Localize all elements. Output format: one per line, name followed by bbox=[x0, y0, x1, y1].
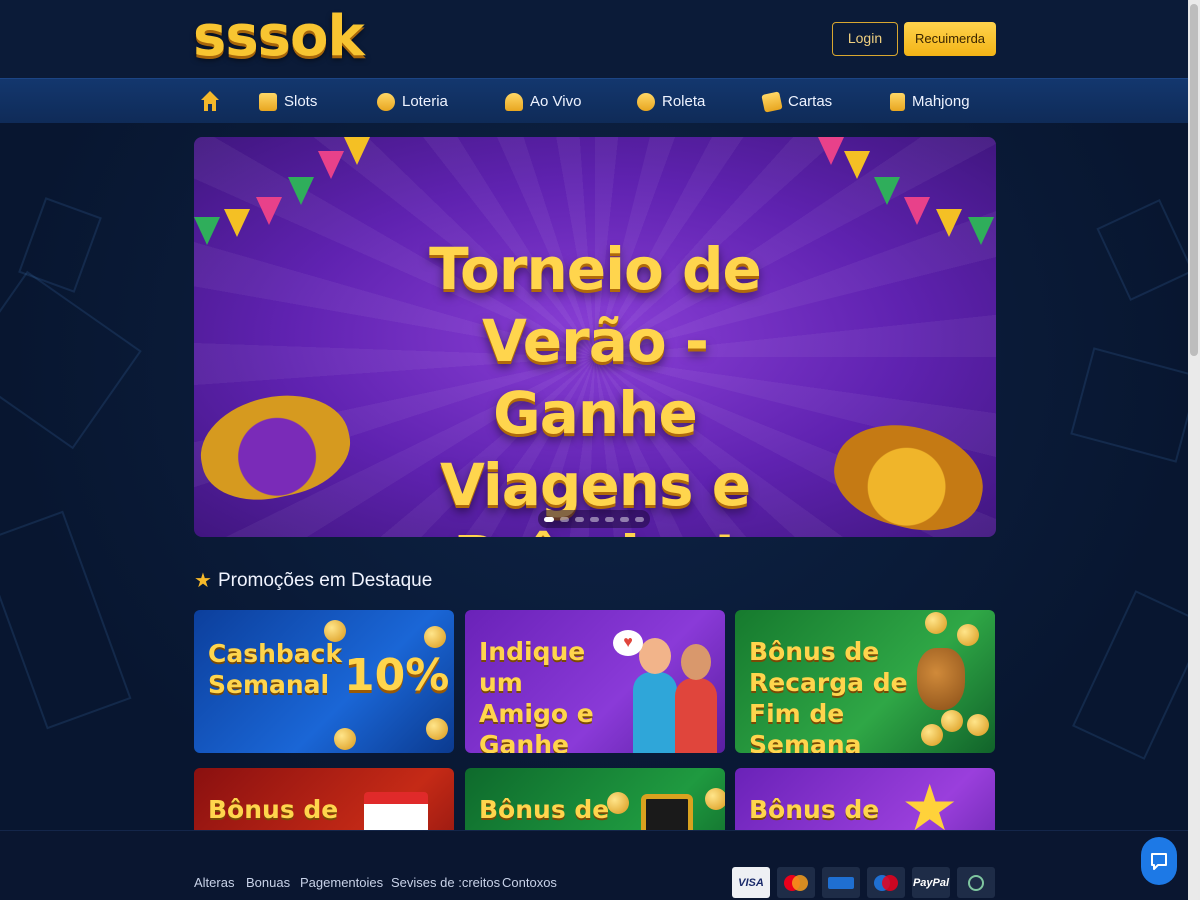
carousel-dot[interactable] bbox=[560, 516, 569, 522]
visa-icon: VISA bbox=[732, 867, 770, 898]
coin-icon bbox=[967, 714, 989, 736]
heart-icon: ♥ bbox=[613, 630, 643, 656]
globe-ball-icon bbox=[377, 92, 395, 111]
carousel-dot[interactable] bbox=[544, 516, 554, 522]
nav-item-label: Roleta bbox=[662, 93, 706, 110]
coin-icon bbox=[957, 624, 979, 646]
coin-icon bbox=[607, 792, 629, 814]
nav-item-label: Ao Vivo bbox=[530, 93, 582, 110]
star-icon: ★ bbox=[194, 570, 212, 592]
bunting-flag bbox=[844, 151, 870, 179]
section-title: Promoções em Destaque bbox=[217, 569, 433, 591]
coin-icon bbox=[324, 620, 346, 642]
coin-icon bbox=[426, 718, 448, 740]
site-logo[interactable]: sssok bbox=[193, 4, 365, 69]
money-bag-icon bbox=[917, 648, 965, 710]
bunting-flag bbox=[344, 137, 370, 165]
header: sssok Login Recuimerda bbox=[0, 0, 1188, 78]
maestro-icon bbox=[822, 867, 860, 898]
scrollbar-thumb[interactable] bbox=[1190, 4, 1198, 356]
bunting-flag bbox=[256, 197, 282, 225]
slot-machine-icon bbox=[259, 92, 277, 111]
promotions-heading: ★ Promoções em Destaque bbox=[194, 568, 432, 593]
bunting-flag bbox=[318, 151, 344, 179]
hero-banner[interactable]: Torneio de Verão - Ganhe Viagens e Prêmi… bbox=[194, 137, 996, 537]
promo-card-cashback[interactable]: Cashback Semanal 10% bbox=[194, 610, 454, 753]
nav-item-label: Slots bbox=[284, 93, 318, 110]
chat-support-button[interactable] bbox=[1141, 837, 1177, 885]
footer-link[interactable]: Contoxos bbox=[502, 875, 557, 890]
nav-item-roleta[interactable]: Roleta bbox=[637, 79, 705, 124]
nav-item-ao-vivo[interactable]: Ao Vivo bbox=[505, 79, 581, 124]
roulette-icon bbox=[637, 92, 655, 111]
paypal-icon: PayPal bbox=[912, 867, 950, 898]
carousel-dots bbox=[538, 510, 650, 528]
promo-card-title: Bônus de bbox=[749, 795, 880, 824]
coin-icon bbox=[941, 710, 963, 732]
nav-item-mahjong[interactable]: Mahjong bbox=[890, 79, 970, 124]
mastercard-icon bbox=[777, 867, 815, 898]
promo-card-title: Indique um Amigo e Ganhe R$50 bbox=[479, 637, 594, 753]
nav-item-loteria[interactable]: Loteria bbox=[377, 79, 448, 124]
footer-link[interactable]: Sevises de :creitos bbox=[391, 875, 500, 890]
bunting-flag bbox=[874, 177, 900, 205]
carousel-dot[interactable] bbox=[590, 516, 599, 522]
bunting-flag bbox=[904, 197, 930, 225]
maestro-icon bbox=[867, 867, 905, 898]
cards-icon bbox=[761, 90, 783, 113]
carousel-dot[interactable] bbox=[620, 516, 629, 522]
nav-item-slots[interactable]: Slots bbox=[259, 79, 317, 124]
carousel-dot[interactable] bbox=[605, 516, 614, 522]
promo-card-title: Bônus de bbox=[208, 795, 339, 824]
register-button[interactable]: Recuimerda bbox=[904, 22, 996, 56]
scrollbar[interactable] bbox=[1188, 0, 1200, 900]
promo-card-percent: 10% bbox=[344, 650, 450, 701]
main-nav: Slots Loteria Ao Vivo Roleta Cartas Mahj… bbox=[0, 78, 1188, 123]
nav-item-label: Mahjong bbox=[912, 93, 970, 110]
coin-icon bbox=[334, 728, 356, 750]
nav-item-label: Cartas bbox=[788, 93, 833, 110]
carousel-dot[interactable] bbox=[635, 516, 644, 522]
coin-icon bbox=[705, 788, 725, 810]
footer-link[interactable]: Bonuas bbox=[246, 875, 290, 890]
carousel-dot[interactable] bbox=[575, 516, 584, 522]
coin-icon bbox=[424, 626, 446, 648]
nav-item-label: Loteria bbox=[402, 93, 448, 110]
bunting-flag bbox=[818, 137, 844, 165]
footer: Alteras Bonuas Pagementoies Sevises de :… bbox=[0, 830, 1188, 900]
coin-icon bbox=[925, 612, 947, 634]
live-dealer-icon bbox=[505, 92, 523, 111]
promo-card-title: Cashback Semanal bbox=[208, 639, 343, 699]
promo-card-referral[interactable]: Indique um Amigo e Ganhe R$50 ♥ bbox=[465, 610, 725, 753]
bunting-flag bbox=[288, 177, 314, 205]
footer-link[interactable]: Alteras bbox=[194, 875, 234, 890]
promo-card-title: Bônus de bbox=[479, 795, 610, 824]
pix-icon bbox=[957, 867, 995, 898]
promo-card-weekend-reload[interactable]: Bônus de Recarga de Fim de Semana bbox=[735, 610, 995, 753]
promo-card-title: Bônus de Recarga de Fim de Semana bbox=[749, 637, 908, 753]
chat-bubble-icon bbox=[1151, 853, 1167, 870]
footer-link[interactable]: Pagementoies bbox=[300, 875, 383, 890]
banner-title: Torneio de Verão - Ganhe Viagens e Prêmi… bbox=[429, 235, 762, 537]
login-button[interactable]: Login bbox=[832, 22, 898, 56]
coin-icon bbox=[921, 724, 943, 746]
nav-item-cartas[interactable]: Cartas bbox=[761, 79, 833, 124]
mahjong-icon bbox=[890, 92, 905, 111]
home-icon[interactable] bbox=[200, 90, 220, 112]
